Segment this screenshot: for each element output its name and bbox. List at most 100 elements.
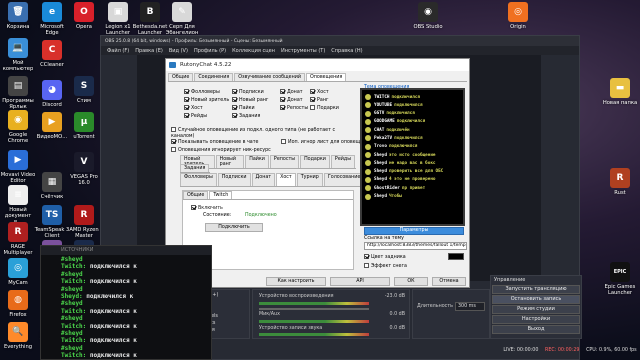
alert-type-option[interactable]: Донат xyxy=(280,97,303,103)
snow-option[interactable]: Эффект снега xyxy=(364,263,407,269)
enable-checkbox[interactable] xyxy=(191,205,196,210)
alert-type-checkbox[interactable] xyxy=(184,113,189,118)
ignore-names-checkbox[interactable] xyxy=(171,147,176,152)
bg-color-option[interactable]: Цвет задника xyxy=(364,254,406,260)
alert-type-tab[interactable]: Хост xyxy=(276,173,296,186)
settings-button[interactable]: Настройки xyxy=(492,315,580,324)
random-alert-option[interactable]: Случайное оповещение из подкл. одного ти… xyxy=(171,127,351,139)
menu-view[interactable]: Вид (V) xyxy=(169,48,188,54)
menu-profile[interactable]: Профиль (P) xyxy=(194,48,226,54)
desktop-icon[interactable]: 🔍 Everything xyxy=(0,322,36,350)
desktop-icon[interactable]: ▶ ВидеоМО... xyxy=(34,112,70,140)
menu-tools[interactable]: Инструменты (T) xyxy=(281,48,325,54)
alert-type-option[interactable]: Подписки xyxy=(232,89,264,95)
alert-type-tab[interactable]: Фолловеры xyxy=(180,173,217,186)
alert-type-option[interactable]: Донат xyxy=(280,89,303,95)
tab-tts[interactable]: Озвучивание сообщений xyxy=(234,73,305,81)
desktop-icon[interactable]: ▤ Программы Ярлык xyxy=(0,76,36,110)
alert-type-tab[interactable]: Пайки xyxy=(245,155,269,168)
menu-help[interactable]: Справка (H) xyxy=(331,48,362,54)
desktop-icon[interactable]: O Opera xyxy=(66,2,102,30)
alert-type-checkbox[interactable] xyxy=(232,89,237,94)
desktop-icon[interactable]: S Стим xyxy=(66,76,102,104)
alert-type-checkbox[interactable] xyxy=(280,105,285,110)
alert-type-option[interactable]: Пайки xyxy=(232,105,255,111)
desktop-icon[interactable]: TS TeamSpeak 3 Client xyxy=(34,205,70,239)
desktop-icon[interactable]: ≡Новый документ в... xyxy=(0,185,36,225)
desktop-icon[interactable]: ◉ Google Chrome xyxy=(0,110,36,144)
alert-type-tab[interactable]: Подписки xyxy=(217,173,251,186)
alert-type-checkbox[interactable] xyxy=(232,105,237,110)
tab-alerts[interactable]: Оповещения xyxy=(305,73,347,81)
mixer-desktop-slider[interactable] xyxy=(259,308,369,310)
alert-type-checkbox[interactable] xyxy=(310,97,315,102)
alert-type-checkbox[interactable] xyxy=(184,89,189,94)
desktop-icon[interactable]: e Microsoft Edge xyxy=(34,2,70,36)
alert-type-checkbox[interactable] xyxy=(184,97,189,102)
bg-color-checkbox[interactable] xyxy=(364,254,369,259)
desktop-icon[interactable]: EPIC Epic Games Launcher xyxy=(602,262,638,296)
alert-type-option[interactable]: Фолловеры xyxy=(184,89,220,95)
cancel-button[interactable]: Отмена xyxy=(432,277,466,286)
desktop-icon[interactable]: ▬ Новая папка xyxy=(602,78,638,106)
ignore-names-option[interactable]: Оповещения игнорирует ник-ресурс xyxy=(171,147,271,153)
alert-type-tab[interactable]: Донат xyxy=(251,173,276,186)
studio-mode-button[interactable]: Режим студии xyxy=(492,305,580,314)
inner-tab[interactable]: Twitch xyxy=(209,191,233,199)
desktop-icon[interactable]: µ uTorrent xyxy=(66,112,102,140)
alert-type-checkbox[interactable] xyxy=(280,97,285,102)
alert-type-tab[interactable]: Подарки xyxy=(300,155,330,168)
alert-type-tab[interactable]: Голосование xyxy=(323,173,365,186)
desktop-icon[interactable]: 💻 Мой компьютер xyxy=(0,38,36,72)
desktop-icon[interactable]: B Bethesda.net Launcher xyxy=(132,2,168,36)
alert-type-option[interactable]: Новый зритель xyxy=(184,97,229,103)
desktop-icon[interactable]: R Rust xyxy=(602,168,638,196)
menu-scene-collection[interactable]: Коллекция сцен xyxy=(232,48,275,54)
desktop-icon[interactable]: ▣ Legion x1 Launcher xyxy=(100,2,136,36)
alert-type-tab[interactable]: Рейды xyxy=(330,155,355,168)
desktop-icon[interactable]: ◎ MyCam xyxy=(0,258,36,286)
desktop-icon[interactable]: C CCleaner xyxy=(34,40,70,68)
snow-checkbox[interactable] xyxy=(364,263,369,268)
alert-type-tab[interactable]: Турнир xyxy=(296,173,323,186)
alert-type-option[interactable]: Ранг xyxy=(310,97,329,103)
desktop-icon[interactable]: ◉ OBS Studio xyxy=(410,2,446,30)
alert-type-checkbox[interactable] xyxy=(184,105,189,110)
alert-type-checkbox[interactable] xyxy=(232,97,237,102)
alert-type-checkbox[interactable] xyxy=(310,105,315,110)
show-alert-checkbox[interactable] xyxy=(171,139,176,144)
desktop-icon[interactable]: ✎ Серп Для Эбангелион xyxy=(164,2,200,36)
exit-button[interactable]: Выход xyxy=(492,325,580,334)
bg-color-swatch[interactable] xyxy=(448,253,464,260)
random-alert-checkbox[interactable] xyxy=(171,127,176,132)
alert-type-checkbox[interactable] xyxy=(232,113,237,118)
alert-type-option[interactable]: Хост xyxy=(184,105,203,111)
stop-recording-button[interactable]: Остановить запись xyxy=(492,295,580,304)
alert-type-checkbox[interactable] xyxy=(280,89,285,94)
menu-file[interactable]: Файл (F) xyxy=(107,48,129,54)
desktop-icon[interactable]: 🗑 Корзина xyxy=(0,2,36,30)
alert-type-option[interactable]: Подарки xyxy=(310,105,339,111)
alert-type-option[interactable]: Рейды xyxy=(184,113,207,119)
desktop-icon[interactable]: V VEGAS Pro 16.0 xyxy=(66,152,102,186)
enable-option[interactable]: Включить xyxy=(191,205,223,211)
desktop-icon[interactable]: ◎ Origin xyxy=(500,2,536,30)
ok-button[interactable]: ОК xyxy=(394,277,428,286)
params-button[interactable]: Параметры xyxy=(364,227,464,235)
tab-connections[interactable]: Соединения xyxy=(194,73,234,81)
inner-tab[interactable]: Общие xyxy=(183,191,209,199)
alert-type-checkbox[interactable] xyxy=(310,89,315,94)
ignore-list-option[interactable]: Иоп. игнор лист для оповещений xyxy=(281,139,373,145)
menu-edit[interactable]: Правка (E) xyxy=(135,48,163,54)
link-input[interactable]: http://localhost:8383/themes/fallout 1/t… xyxy=(364,242,467,250)
transition-duration-input[interactable]: 300 ms xyxy=(455,302,485,311)
ignore-list-checkbox[interactable] xyxy=(281,139,286,144)
desktop-icon[interactable]: ◍ Firefox xyxy=(0,290,36,318)
start-streaming-button[interactable]: Запустить трансляцию xyxy=(492,285,580,294)
api-button[interactable]: API xyxy=(330,277,390,286)
alert-type-option[interactable]: Репосты xyxy=(280,105,308,111)
tab-general[interactable]: Общие xyxy=(168,73,194,81)
show-alert-option[interactable]: Показывать оповещение в чате xyxy=(171,139,258,145)
desktop-icon[interactable]: ▶ Movavi Video Editor xyxy=(0,150,36,184)
alert-type-option[interactable]: Хост xyxy=(310,89,329,95)
